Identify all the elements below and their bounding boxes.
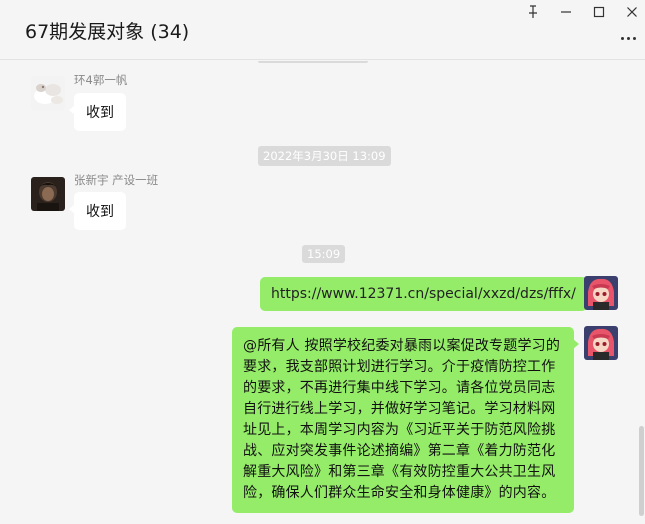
minimize-icon[interactable] <box>556 3 576 21</box>
timestamp-badge: 15:09 <box>302 245 346 263</box>
anime-avatar-icon <box>584 276 618 310</box>
dark-portrait-avatar-icon <box>31 177 65 211</box>
avatar[interactable] <box>31 177 65 211</box>
chat-header: 67期发展对象 (34) <box>0 0 645 60</box>
timestamp-badge: 2022年3月30日 13:09 <box>258 146 391 166</box>
self-avatar[interactable] <box>584 276 618 310</box>
pin-icon[interactable] <box>523 3 543 21</box>
chat-window: 67期发展对象 (34) 环4郭一帆 收到 2022年3月30日 13:09 张… <box>0 0 645 524</box>
sender-name: 张新宇 产设一班 <box>74 173 159 187</box>
message-bubble[interactable]: 收到 <box>69 192 126 230</box>
message-bubble[interactable]: 收到 <box>69 93 126 131</box>
scrollbar-thumb[interactable] <box>639 426 644 516</box>
link-message-bubble[interactable]: https://www.12371.cn/special/xxzd/dzs/ff… <box>260 277 592 311</box>
self-avatar[interactable] <box>584 326 618 360</box>
maximize-icon[interactable] <box>589 3 609 21</box>
close-icon[interactable] <box>622 3 642 21</box>
cat-photo-avatar-icon <box>31 76 65 110</box>
link-text[interactable]: https://www.12371.cn/special/xxzd/dzs/ff… <box>271 286 576 302</box>
announcement-message-bubble[interactable]: @所有人 按照学校纪委对暴雨以案促改专题学习的要求，我支部照计划进行学习。介于疫… <box>232 327 579 513</box>
chat-title[interactable]: 67期发展对象 (34) <box>25 17 189 44</box>
avatar[interactable] <box>31 76 65 110</box>
sender-name: 环4郭一帆 <box>74 73 128 87</box>
previous-timestamp-badge <box>258 61 368 63</box>
message-list[interactable]: 环4郭一帆 收到 2022年3月30日 13:09 张新宇 产设一班 收到 15… <box>0 61 645 524</box>
anime-avatar-icon <box>584 326 618 360</box>
more-options-icon[interactable] <box>617 28 639 48</box>
